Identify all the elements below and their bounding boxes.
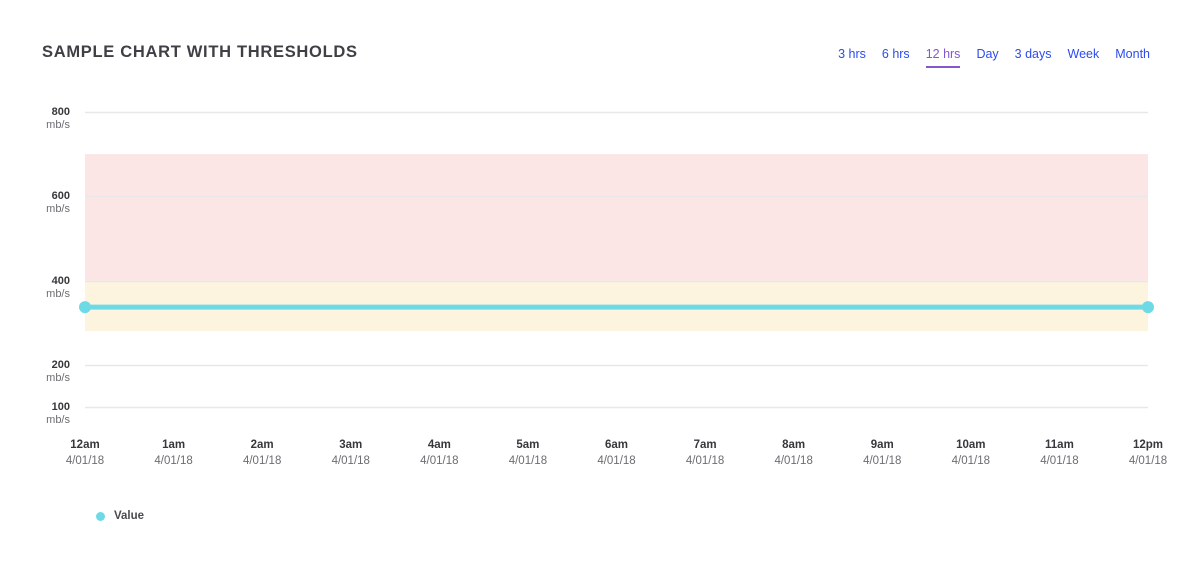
- y-axis-tick-unit: mb/s: [46, 203, 70, 216]
- x-axis-tick-time: 3am: [339, 439, 363, 451]
- x-axis-tick-date: 4/01/18: [65, 455, 105, 467]
- x-axis-tick-time: 9am: [870, 439, 894, 451]
- threshold-band-danger: [85, 154, 1148, 281]
- x-axis-tick-date: 4/01/18: [242, 455, 282, 467]
- x-axis-tick: 4am 4/01/18: [394, 437, 484, 469]
- y-axis-tick-unit: mb/s: [46, 371, 70, 384]
- x-axis-tick-time: 2am: [250, 439, 274, 451]
- threshold-band-warning: [85, 280, 1148, 332]
- x-axis-tick: 10am 4/01/18: [926, 437, 1016, 469]
- x-axis-tick-date: 4/01/18: [154, 455, 193, 467]
- x-axis-tick-time: 1am: [162, 439, 186, 451]
- x-axis-tick: 1am 4/01/18: [129, 437, 219, 469]
- x-axis-tick-date: 4/01/18: [863, 455, 902, 467]
- x-axis-tick-time: 10am: [956, 439, 986, 451]
- y-axis-tick-value: 200: [51, 358, 70, 371]
- x-axis-tick-time: 11am: [1045, 439, 1074, 451]
- chart-panel: SAMPLE CHART WITH THRESHOLDS 3 hrs 6 hrs 1…: [0, 0, 1196, 568]
- x-axis-tick: 2am 4/01/18: [217, 437, 307, 469]
- y-axis-tick-unit: mb/s: [46, 119, 70, 131]
- x-axis-tick-date: 4/01/18: [331, 455, 370, 467]
- x-axis-tick-time: 5am: [516, 439, 540, 451]
- x-axis-tick-time: 12pm: [1132, 439, 1164, 451]
- y-axis-tick-value: 400: [51, 274, 70, 287]
- x-axis-tick: 12pm 4/01/18: [1103, 437, 1193, 469]
- x-axis-tick-date: 4/01/18: [420, 455, 459, 467]
- chart-header: SAMPLE CHART WITH THRESHOLDS 3 hrs 6 hrs 1…: [0, 0, 1196, 100]
- range-option-12-hrs[interactable]: 12 hrs: [925, 46, 961, 68]
- x-axis-tick: 12am 4/01/18: [40, 437, 130, 469]
- x-axis-tick-time: 8am: [782, 439, 806, 451]
- x-axis-tick: 9am 4/01/18: [837, 437, 927, 469]
- y-axis-tick: 200 mb/s: [10, 359, 70, 385]
- y-axis-tick: 800 mb/s: [10, 106, 70, 132]
- x-axis-tick: 3am 4/01/18: [306, 437, 396, 469]
- chart-legend: Value: [96, 510, 144, 522]
- x-axis-tick: 6am 4/01/18: [572, 437, 662, 469]
- x-axis-tick: 8am 4/01/18: [749, 437, 839, 469]
- legend-color-swatch: [96, 511, 105, 521]
- range-option-3-days[interactable]: 3 days: [1015, 46, 1052, 68]
- y-axis-tick-unit: mb/s: [46, 287, 70, 300]
- data-point-marker[interactable]: [1142, 301, 1154, 314]
- x-axis-tick-time: 7am: [693, 439, 717, 451]
- y-axis-tick-unit: mb/s: [46, 414, 70, 426]
- x-axis-tick-date: 4/01/18: [951, 455, 991, 467]
- x-axis-tick-date: 4/01/18: [774, 455, 813, 467]
- data-point-marker[interactable]: [79, 301, 91, 314]
- y-axis-tick: 600 mb/s: [10, 190, 70, 216]
- range-option-3-hrs[interactable]: 3 hrs: [838, 46, 866, 68]
- x-axis-tick-time: 4am: [427, 439, 451, 451]
- y-axis-tick: 400 mb/s: [10, 275, 70, 301]
- x-axis-tick-date: 4/01/18: [508, 455, 548, 467]
- range-option-month[interactable]: Month: [1115, 46, 1150, 68]
- y-axis-tick-value: 100: [51, 401, 70, 413]
- range-option-day[interactable]: Day: [976, 46, 998, 68]
- range-option-6-hrs[interactable]: 6 hrs: [882, 46, 910, 68]
- x-axis-tick-time: 12am: [70, 439, 100, 451]
- range-option-week[interactable]: Week: [1068, 46, 1100, 68]
- y-axis-tick: 100 mb/s: [10, 401, 70, 427]
- x-axis-tick: 5am 4/01/18: [483, 437, 573, 469]
- x-axis-tick: 11am 4/01/18: [1014, 437, 1104, 469]
- x-axis-tick-date: 4/01/18: [685, 455, 725, 467]
- legend-label: Value: [114, 510, 145, 522]
- x-axis-tick-date: 4/01/18: [597, 455, 636, 467]
- y-axis-tick-value: 800: [51, 106, 70, 118]
- time-range-selector[interactable]: 3 hrs 6 hrs 12 hrs Day 3 days Week Month: [838, 46, 1150, 68]
- x-axis-tick-date: 4/01/18: [1128, 455, 1168, 467]
- x-axis-tick-date: 4/01/18: [1040, 455, 1079, 467]
- y-axis-tick-value: 600: [51, 190, 70, 203]
- page-title: SAMPLE CHART WITH THRESHOLDS: [42, 43, 358, 61]
- x-axis-tick-time: 6am: [604, 439, 629, 451]
- x-axis-tick: 7am 4/01/18: [660, 437, 750, 469]
